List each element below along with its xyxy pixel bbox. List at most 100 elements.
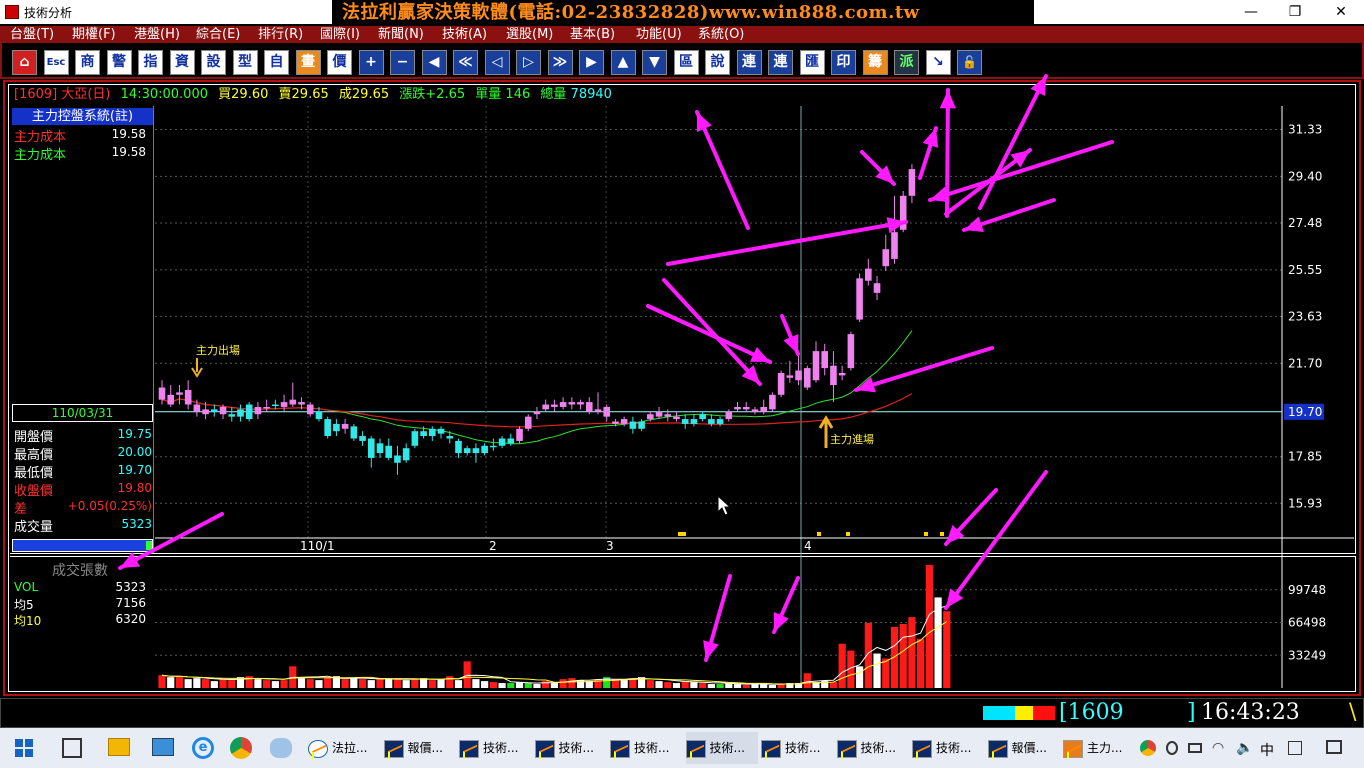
annotation-arrowhead [964, 216, 984, 232]
task-view-icon[interactable] [62, 738, 82, 758]
notification-icon[interactable] [1326, 740, 1342, 754]
volume-icon[interactable]: 🔈 [1236, 740, 1253, 756]
chrome-icon[interactable] [230, 737, 252, 759]
volume-bar [585, 681, 593, 688]
candle-body [306, 404, 314, 415]
candle-body [533, 411, 541, 415]
taskbar-app-label: 報價... [1011, 741, 1047, 755]
ie-icon[interactable]: e [192, 737, 214, 759]
annotation-arrowhead [856, 376, 876, 393]
candle-body [838, 372, 846, 376]
candle-body [699, 414, 706, 420]
volume-bar [411, 679, 419, 688]
volume-bar [864, 623, 872, 688]
candle-body [333, 423, 340, 432]
volume-bar [393, 679, 402, 688]
taskbar-app-5[interactable]: 技術... [685, 732, 758, 764]
taskbar-app-7[interactable]: 技術... [836, 732, 909, 764]
chart-app-icon [610, 739, 630, 758]
this-pc-icon[interactable] [152, 738, 174, 756]
candle-body [184, 389, 192, 405]
price-axis-label: 29.40 [1288, 169, 1322, 183]
taskbar-app-8[interactable]: 技術... [912, 732, 984, 764]
status-color-red [1033, 706, 1055, 720]
volume-bar [446, 676, 454, 688]
volume-bar [716, 684, 724, 688]
volume-bar [917, 638, 925, 688]
file-explorer-icon[interactable] [108, 738, 130, 756]
volume-bar [385, 679, 393, 688]
candle-body [481, 445, 488, 454]
tray-ring-icon[interactable] [1166, 741, 1178, 755]
ime-indicator[interactable]: 中 [1260, 740, 1274, 760]
volume-bar [158, 675, 166, 688]
candle-body [420, 431, 427, 437]
annotation-arrowhead [946, 588, 964, 608]
signal-marker [846, 532, 850, 536]
candle-body [219, 406, 227, 415]
taskbar-app-9[interactable]: 報價... [987, 732, 1060, 764]
candle-body [873, 283, 881, 293]
volume-bar [315, 680, 323, 688]
battery-icon[interactable] [1188, 743, 1202, 753]
volume-bar [367, 680, 375, 688]
volume-bar [690, 682, 698, 688]
candle-body [708, 419, 715, 424]
status-color-yellow [1015, 706, 1033, 720]
tray-chrome-icon[interactable] [1140, 740, 1156, 756]
entry-annotation: 主力進場 [830, 433, 874, 446]
candle-body [507, 438, 515, 444]
volume-bar [402, 680, 410, 688]
taskbar-app-6[interactable]: 技術... [761, 732, 833, 764]
volume-bar [193, 678, 201, 688]
candle-body [725, 411, 733, 420]
candle-body [594, 409, 602, 412]
volume-axis-label: 66498 [1288, 616, 1326, 630]
taskbar-app-4[interactable]: 技術... [610, 732, 682, 764]
taskbar-app-0[interactable]: 法拉... [308, 732, 380, 764]
candle-body [865, 268, 872, 281]
volume-bar [167, 677, 175, 688]
taskbar-app-label: 技術... [483, 741, 519, 755]
taskbar-app-1[interactable]: 報價... [383, 732, 456, 764]
candle-body [463, 448, 471, 454]
taskbar-app-3[interactable]: 技術... [534, 732, 607, 764]
candle-body [777, 372, 785, 395]
taskbar-app-label: 主力... [1087, 741, 1123, 755]
volume-bar [925, 564, 933, 688]
volume-bar [856, 666, 864, 688]
status-spinner: \ [1349, 700, 1357, 725]
status-symbol: [1609 [1059, 700, 1124, 725]
taskbar-app-label: 技術... [709, 741, 745, 755]
price-axis-label: 17.85 [1288, 450, 1322, 464]
taskbar-app-label: 技術... [558, 741, 594, 755]
candle-body [664, 414, 672, 417]
volume-bar [568, 678, 576, 688]
candle-body [847, 334, 855, 369]
start-button[interactable] [14, 738, 34, 758]
candle-body [577, 402, 584, 405]
ime-mode-icon[interactable] [1288, 741, 1302, 755]
volume-bar [297, 678, 306, 688]
volume-bar [280, 680, 288, 688]
candle-body [402, 448, 410, 461]
candle-body [289, 399, 297, 405]
taskbar-app-10[interactable]: 主力... [1063, 732, 1135, 764]
chart-app-icon [987, 739, 1008, 758]
volume-bar [498, 683, 506, 688]
candle-body [350, 426, 358, 439]
mouse-cursor-icon [717, 494, 732, 516]
candle-body [385, 445, 393, 458]
wifi-icon[interactable]: ◠ [1212, 740, 1224, 756]
candle-body [812, 351, 820, 381]
annotation-arrowhead [922, 128, 939, 148]
paint-icon[interactable] [270, 738, 292, 758]
volume-bar [350, 678, 358, 688]
price-volume-chart[interactable]: 31.33 29.40 27.48 25.55 23.63 21.70 17.85 15.93… [0, 0, 1364, 768]
candle-body [908, 169, 916, 196]
candle-body [795, 370, 802, 381]
annotation-arrow-shaft [662, 278, 762, 386]
candle-body [681, 419, 689, 424]
candle-body [568, 402, 576, 405]
taskbar-app-2[interactable]: 技術... [459, 732, 531, 764]
